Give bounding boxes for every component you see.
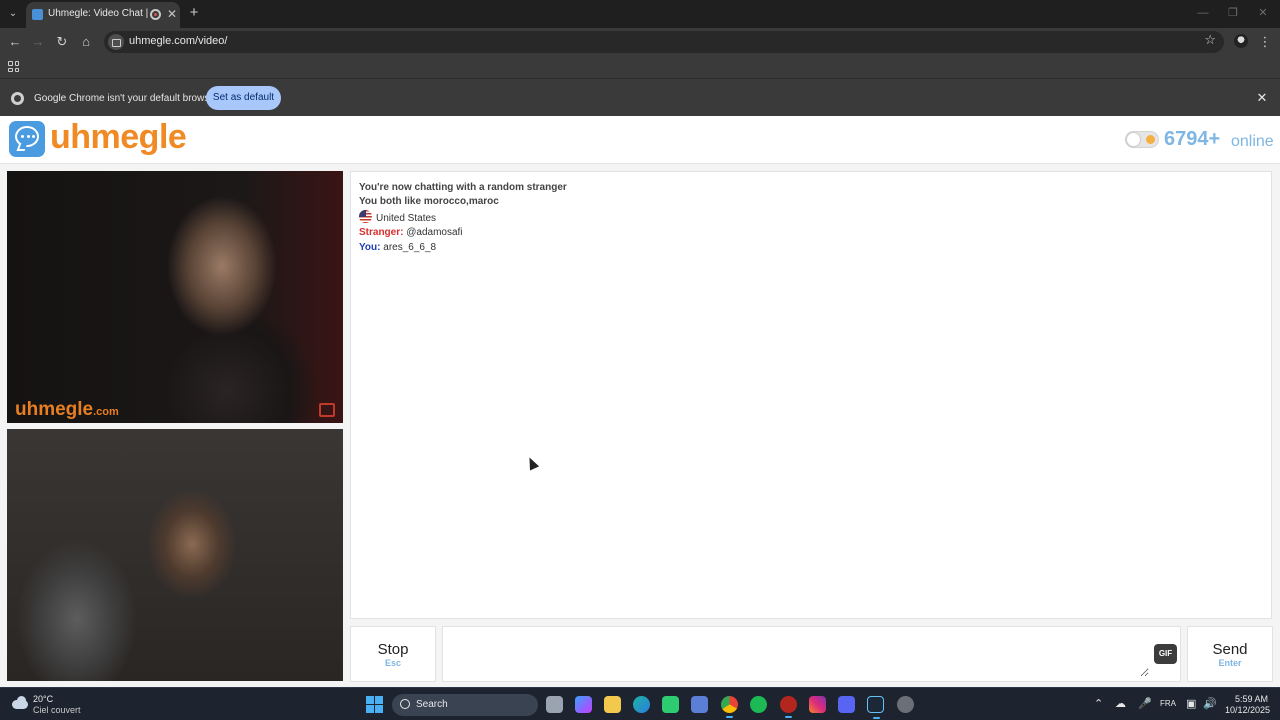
online-label: online bbox=[1231, 133, 1274, 150]
us-flag-icon bbox=[359, 210, 372, 223]
stranger-country: United States bbox=[359, 210, 436, 224]
browser-toolbar: ← → ↻ ⌂ uhmegle.com/video/ ☆ ⋮ bbox=[0, 28, 1280, 56]
video-chat-favicon bbox=[32, 9, 43, 20]
bookmarks-bar bbox=[0, 56, 1280, 78]
star-icon[interactable]: ☆ bbox=[1204, 32, 1216, 48]
send-hint: Enter bbox=[1218, 658, 1242, 668]
gif-icon[interactable]: GIF bbox=[1154, 644, 1177, 664]
volume-icon[interactable]: 🔊 bbox=[1203, 697, 1217, 710]
profile-icon[interactable] bbox=[1234, 34, 1248, 48]
maximize-icon[interactable]: ❐ bbox=[1220, 4, 1246, 22]
chat-status-line: You're now chatting with a random strang… bbox=[359, 182, 567, 193]
toggle-knob bbox=[1127, 133, 1140, 146]
edge-icon[interactable] bbox=[633, 696, 650, 713]
message-text: ares_6_6_8 bbox=[383, 242, 437, 253]
settings-icon[interactable] bbox=[897, 696, 914, 713]
infobar-close-icon[interactable]: ✕ bbox=[1254, 90, 1270, 106]
store-icon[interactable] bbox=[691, 696, 708, 713]
video-watermark: uhmegle.com bbox=[15, 399, 119, 420]
windows-taskbar: 20°C Ciel couvert Search ⌃ ☁ 🎤 FRA ▣ 🔊 5… bbox=[0, 687, 1280, 720]
forward-icon[interactable]: → bbox=[28, 32, 48, 52]
address-bar[interactable]: uhmegle.com/video/ ☆ bbox=[104, 31, 1224, 53]
theme-toggle[interactable] bbox=[1125, 131, 1159, 148]
site-info-icon[interactable] bbox=[108, 34, 124, 50]
infobar-message: Google Chrome isn't your default browser bbox=[34, 93, 219, 104]
steam-icon[interactable] bbox=[867, 696, 884, 719]
weather-temperature[interactable]: 20°C bbox=[33, 694, 53, 704]
taskbar-search[interactable]: Search bbox=[392, 694, 538, 716]
chat-message: Stranger: @adamosafi bbox=[359, 227, 463, 238]
file-explorer-icon[interactable] bbox=[604, 696, 621, 713]
copilot-icon[interactable] bbox=[575, 696, 592, 713]
windows-start-icon[interactable] bbox=[366, 696, 383, 713]
send-button[interactable]: Send Enter bbox=[1187, 626, 1273, 682]
search-icon bbox=[400, 699, 410, 709]
reload-icon[interactable]: ↻ bbox=[52, 32, 72, 52]
stop-button[interactable]: Stop Esc bbox=[350, 626, 436, 682]
send-label: Send bbox=[1212, 641, 1248, 658]
minimize-icon[interactable]: — bbox=[1190, 4, 1216, 22]
window-close-icon[interactable]: ✕ bbox=[1250, 4, 1276, 22]
browser-tab[interactable]: Uhmegle: Video Chat | Ome ✕ bbox=[26, 2, 180, 28]
new-tab-icon[interactable]: + bbox=[186, 4, 202, 22]
search-label: Search bbox=[416, 699, 448, 710]
kebab-menu-icon[interactable]: ⋮ bbox=[1258, 32, 1272, 52]
weather-icon[interactable] bbox=[11, 696, 29, 710]
instagram-icon[interactable] bbox=[809, 696, 826, 713]
network-icon[interactable]: ▣ bbox=[1186, 697, 1196, 710]
stop-label: Stop bbox=[377, 641, 409, 658]
chevron-up-icon[interactable]: ⌃ bbox=[1094, 697, 1103, 710]
opera-icon[interactable] bbox=[780, 696, 797, 718]
discord-icon[interactable] bbox=[838, 696, 855, 713]
onedrive-icon[interactable]: ☁ bbox=[1115, 697, 1126, 710]
weather-description[interactable]: Ciel couvert bbox=[33, 705, 81, 715]
message-sender: You: bbox=[359, 242, 381, 253]
default-browser-infobar: Google Chrome isn't your default browser… bbox=[0, 78, 1280, 116]
self-video bbox=[7, 429, 343, 681]
tab-title: Uhmegle: Video Chat | Ome bbox=[48, 8, 148, 19]
stranger-video: uhmegle.com bbox=[7, 171, 343, 423]
message-input[interactable] bbox=[449, 631, 1149, 677]
chat-log: You're now chatting with a random strang… bbox=[350, 171, 1272, 619]
chat-bubble-icon[interactable] bbox=[9, 121, 45, 157]
microphone-icon[interactable]: 🎤 bbox=[1138, 697, 1152, 710]
close-icon[interactable]: ✕ bbox=[165, 6, 179, 22]
message-sender: Stranger: bbox=[359, 227, 404, 238]
message-box: GIF bbox=[442, 626, 1181, 682]
site-header: uhmegle 6794+ online bbox=[0, 116, 1280, 164]
app-icon[interactable] bbox=[662, 696, 679, 713]
uhmegle-page: uhmegle 6794+ online uhmegle.com You're … bbox=[0, 116, 1280, 687]
clock-time[interactable]: 5:59 AM bbox=[1234, 694, 1268, 704]
back-icon[interactable]: ← bbox=[5, 32, 25, 52]
url-text[interactable]: uhmegle.com/video/ bbox=[129, 35, 227, 47]
task-view-icon[interactable] bbox=[546, 696, 563, 713]
stop-hint: Esc bbox=[384, 658, 401, 668]
chrome-taskbar-icon[interactable] bbox=[721, 696, 738, 718]
report-flag-icon[interactable] bbox=[319, 403, 335, 417]
chrome-icon bbox=[11, 92, 24, 105]
home-icon[interactable]: ⌂ bbox=[76, 32, 96, 52]
site-logo[interactable]: uhmegle bbox=[50, 118, 187, 157]
online-count: 6794+ bbox=[1164, 128, 1221, 150]
recording-icon bbox=[150, 9, 161, 20]
common-interests-line: You both like morocco,maroc bbox=[359, 196, 499, 207]
input-language[interactable]: FRA bbox=[1160, 699, 1176, 708]
message-text: @adamosafi bbox=[406, 227, 463, 238]
browser-tabstrip: ⌄ Uhmegle: Video Chat | Ome ✕ + — ❐ ✕ bbox=[0, 0, 1280, 28]
chat-message: You: ares_6_6_8 bbox=[359, 242, 436, 253]
apps-icon[interactable] bbox=[8, 61, 19, 72]
spotify-icon[interactable] bbox=[750, 696, 767, 713]
clock-date[interactable]: 10/12/2025 bbox=[1224, 705, 1270, 715]
sun-icon bbox=[1146, 135, 1155, 144]
set-default-button[interactable]: Set as default bbox=[206, 86, 281, 110]
tab-list-icon[interactable]: ⌄ bbox=[4, 5, 22, 23]
